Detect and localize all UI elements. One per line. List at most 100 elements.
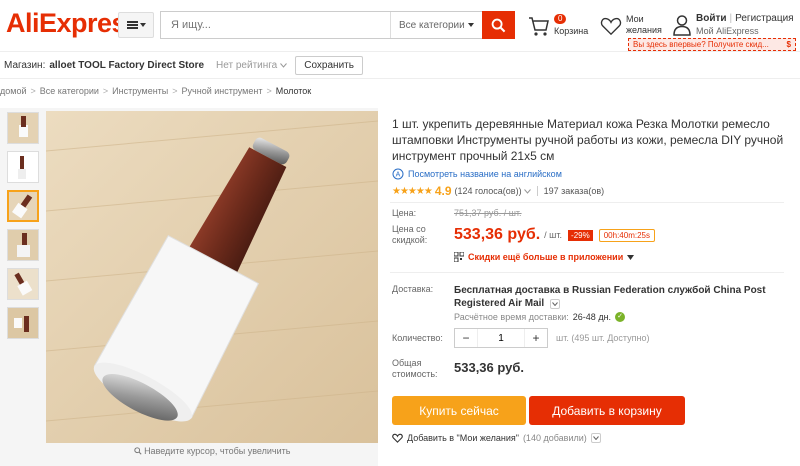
star-rating-icons: ★★★★★	[392, 185, 433, 197]
thumbnail[interactable]	[7, 151, 39, 183]
promo-dollar-badge: $	[786, 40, 791, 49]
breadcrumb-hand-tools[interactable]: Ручной инструмент	[182, 86, 263, 96]
divider	[390, 272, 784, 273]
divider	[536, 186, 538, 196]
thumbnail[interactable]	[7, 229, 39, 261]
quantity-row: Количество: − + шт. (495 шт. Доступно)	[392, 328, 794, 348]
total-label: Общая стоимость:	[392, 358, 438, 379]
breadcrumb-hammer: Молоток	[275, 86, 312, 96]
zoom-hint: Наведите курсор, чтобы увеличить	[46, 446, 378, 456]
delivery-time-label: Расчётное время доставки:	[454, 312, 569, 322]
total-value: 533,36 руб.	[454, 360, 525, 375]
shipping-block: Доставка: Бесплатная доставка в Russian …	[392, 284, 794, 322]
thumbnail-image	[9, 192, 37, 220]
breadcrumb-separator: >	[172, 86, 178, 96]
categories-menu-button[interactable]	[118, 12, 154, 38]
app-discount-link[interactable]: Скидки ещё больше в приложении	[454, 252, 794, 262]
orders-count: 197 заказа(ов)	[543, 186, 605, 196]
search-button[interactable]	[482, 11, 515, 39]
wishlist-link[interactable]: Мои желания	[600, 12, 664, 40]
category-select[interactable]: Все категории	[390, 12, 482, 38]
search-input[interactable]	[161, 12, 381, 38]
translate-icon: A	[392, 168, 404, 180]
thumbnail-image	[8, 113, 38, 143]
breadcrumb-all-categories[interactable]: Все категории	[40, 86, 99, 96]
product-main-image[interactable]	[46, 111, 378, 443]
votes-count-link[interactable]: (124 голоса(ов))	[455, 186, 522, 196]
rating-value: 4.9	[434, 184, 452, 198]
my-aliexpress-link[interactable]: Мой AliExpress	[696, 26, 759, 36]
hammer-product-image	[46, 111, 378, 443]
thumbnail-active[interactable]	[7, 190, 39, 222]
wishlist-label: Мои желания	[626, 14, 662, 36]
quantity-input[interactable]	[477, 329, 525, 347]
new-user-promo-banner[interactable]: Вы здесь впервые? Получите скид... $	[628, 38, 796, 51]
promo-text: Вы здесь впервые? Получите скид...	[633, 40, 769, 49]
add-to-cart-button[interactable]: Добавить в корзину	[529, 396, 685, 425]
divider: |	[729, 13, 733, 24]
buy-now-button[interactable]: Купить сейчас	[392, 396, 526, 425]
zoom-hint-text: Наведите курсор, чтобы увеличить	[144, 446, 291, 456]
rating-row: ★★★★★ 4.9 (124 голоса(ов)) 197 заказа(ов…	[392, 184, 794, 198]
thumbnail-image	[8, 152, 38, 182]
quantity-increase-button[interactable]: +	[525, 329, 547, 347]
svg-text:A: A	[396, 172, 401, 179]
thumbnail[interactable]	[7, 307, 39, 339]
account-links: Войти | Регистрация	[696, 13, 794, 24]
thumbnail-image	[8, 308, 38, 338]
translate-link-label: Посмотреть название на английском	[408, 169, 562, 179]
wishlist-label-line1: Мои	[626, 14, 644, 24]
check-icon[interactable]: ✓	[615, 312, 626, 322]
site-header: AliExpress Все категории 0 Корзина Мои	[0, 0, 800, 52]
store-key-label: Магазин:	[4, 60, 46, 71]
store-name-link[interactable]: alloet TOOL Factory Direct Store	[49, 60, 204, 71]
chevron-down-icon	[592, 436, 599, 440]
heart-icon	[392, 433, 403, 443]
account-area: Войти | Регистрация Мой AliExpress	[672, 12, 797, 40]
category-select-label: Все категории	[399, 19, 465, 31]
chevron-down-icon	[552, 302, 558, 306]
delivery-time-value: 26-48 дн.	[572, 312, 612, 322]
breadcrumb-tools[interactable]: Инструменты	[112, 86, 168, 96]
chevron-down-icon	[627, 254, 635, 260]
chevron-down-icon	[139, 23, 146, 27]
thumbnail[interactable]	[7, 112, 39, 144]
app-discount-label: Скидки ещё больше в приложении	[468, 252, 624, 262]
store-rating-label: Нет рейтинга	[216, 60, 278, 71]
search-bar: Все категории	[160, 11, 482, 39]
quantity-stepper: − +	[454, 328, 548, 348]
breadcrumb-separator: >	[102, 86, 109, 96]
shipping-label: Доставка:	[392, 284, 434, 294]
store-rating-dropdown[interactable]: Нет рейтинга	[216, 60, 288, 71]
save-store-button[interactable]: Сохранить	[295, 56, 363, 75]
user-icon	[673, 15, 691, 36]
divider	[390, 202, 784, 203]
cart-label: Корзина	[554, 26, 589, 36]
price-label: Цена:	[392, 208, 417, 218]
shipping-method[interactable]: Бесплатная доставка в Russian Federation…	[454, 284, 789, 310]
breadcrumb-separator: >	[30, 86, 36, 96]
store-bar: Магазин: alloet TOOL Factory Direct Stor…	[0, 53, 800, 79]
cart-count-badge: 0	[554, 14, 567, 24]
shipping-dropdown[interactable]	[550, 299, 560, 309]
countdown-timer: 00h:40m:25s	[598, 228, 655, 242]
add-to-wishlist-link[interactable]: Добавить в "Мои желания" (140 добавили)	[392, 433, 601, 443]
wishlist-dropdown[interactable]	[590, 433, 601, 443]
magnifier-icon	[133, 447, 142, 455]
chevron-down-icon	[280, 63, 288, 68]
breadcrumb-separator: >	[266, 86, 272, 96]
quantity-decrease-button[interactable]: −	[455, 329, 477, 347]
thumbnail[interactable]	[7, 268, 39, 300]
register-link[interactable]: Регистрация	[735, 13, 793, 24]
quantity-label: Количество:	[392, 332, 443, 343]
translate-title-link[interactable]: A Посмотреть название на английском	[392, 168, 794, 180]
product-title: 1 шт. укрепить деревянные Материал кожа …	[392, 117, 784, 163]
cart-link[interactable]: 0 Корзина	[527, 12, 593, 40]
qr-code-icon	[454, 252, 464, 262]
chevron-down-icon	[468, 23, 474, 27]
total-row: Общая стоимость: 533,36 руб.	[392, 358, 794, 380]
login-link[interactable]: Войти	[696, 13, 727, 24]
breadcrumb-home[interactable]: домой	[0, 86, 26, 96]
thumbnail-image	[8, 230, 38, 260]
shipping-method-text: Бесплатная доставка в Russian Federation…	[454, 285, 766, 309]
